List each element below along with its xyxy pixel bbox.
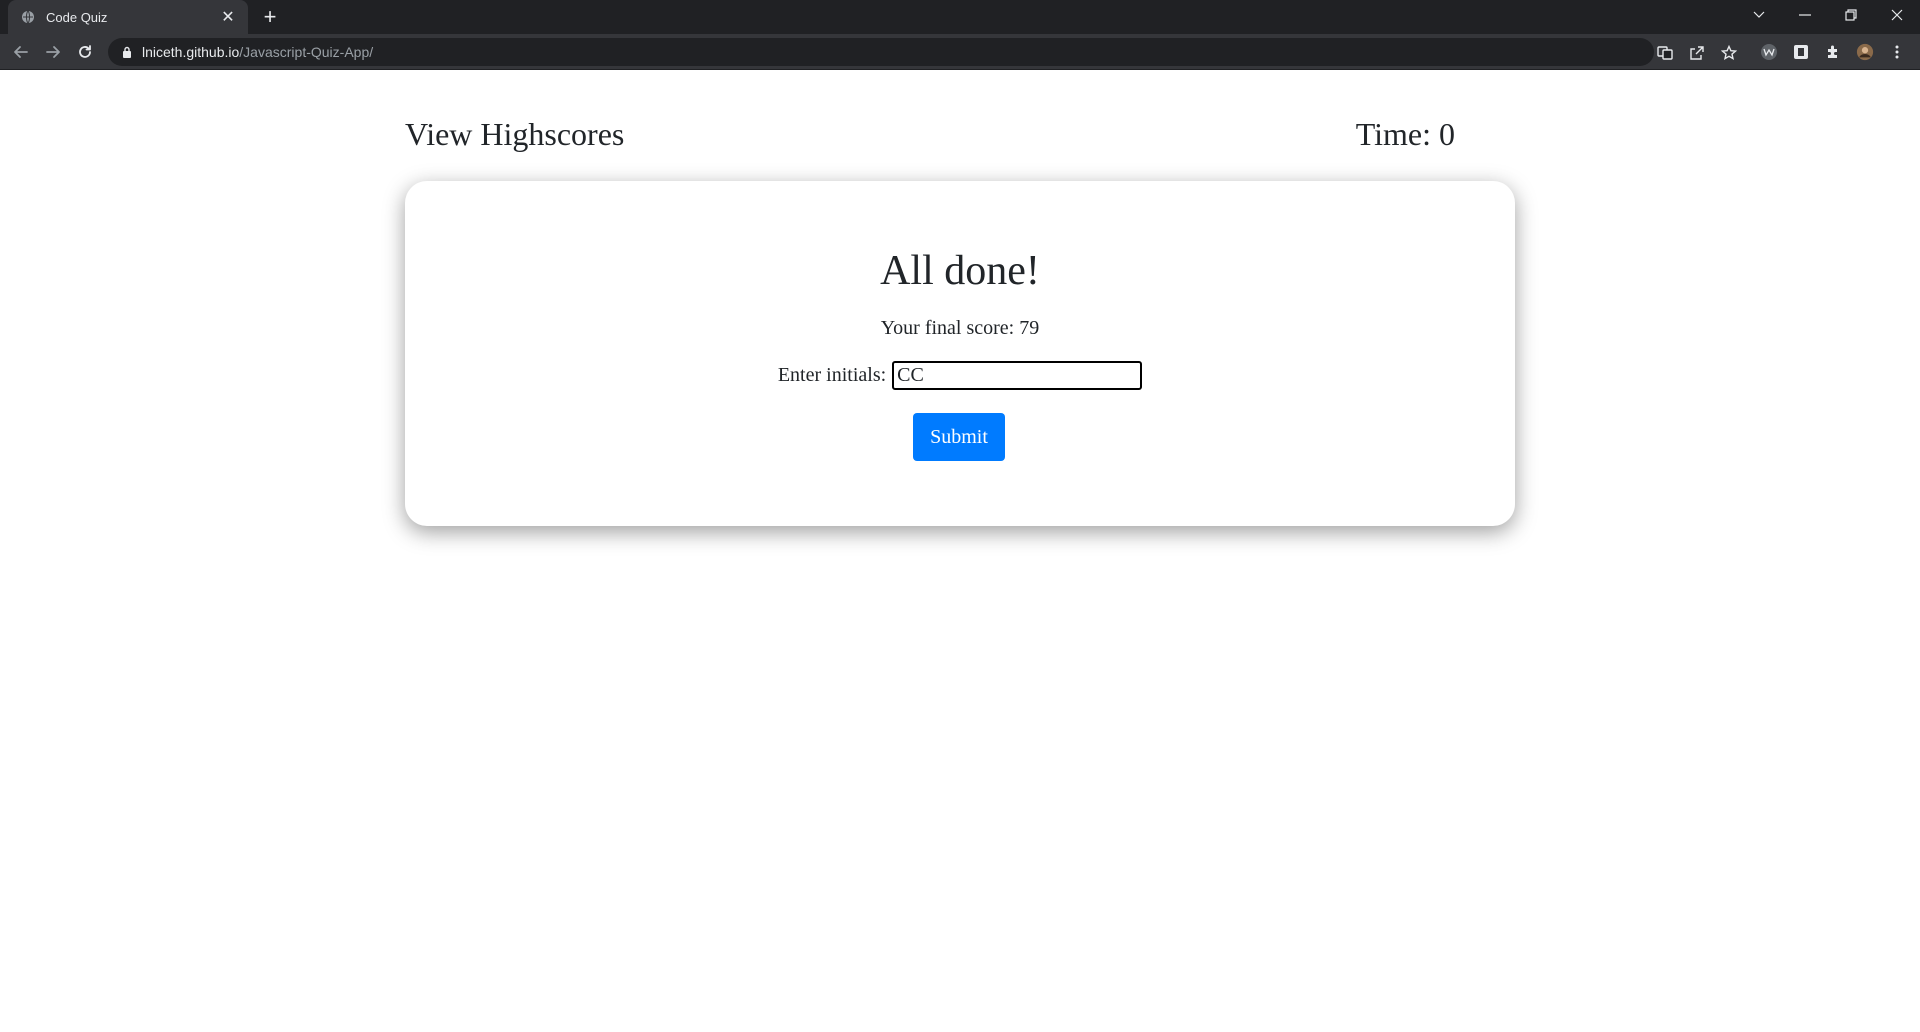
timer: Time: 0 [1356, 116, 1455, 153]
initials-label: Enter initials: [777, 364, 887, 386]
timer-value: 0 [1439, 116, 1455, 152]
restore-button[interactable] [1828, 0, 1874, 30]
final-score-value: 79 [1019, 317, 1040, 339]
new-tab-button[interactable]: + [258, 5, 282, 29]
reload-button[interactable] [72, 39, 98, 65]
profile-avatar[interactable] [1856, 43, 1874, 61]
browser-toolbar: lniceth.github.io/Javascript-Quiz-App/ [0, 34, 1920, 70]
address-bar[interactable]: lniceth.github.io/Javascript-Quiz-App/ [108, 38, 1737, 66]
tab-title: Code Quiz [46, 9, 108, 25]
timer-label: Time: [1355, 116, 1439, 152]
bookmark-star-icon[interactable] [1720, 44, 1738, 62]
forward-button[interactable] [40, 39, 66, 65]
browser-tabstrip: Code Quiz ✕ + [0, 0, 1920, 34]
final-score: Your final score: 79 [405, 317, 1515, 340]
initials-input[interactable] [892, 361, 1143, 390]
back-button[interactable] [8, 39, 34, 65]
quiz-page: View Highscores Time: 0 All done! Your f… [0, 71, 1920, 1032]
final-score-label: Your final score: [880, 317, 1020, 339]
minimize-button[interactable] [1782, 0, 1828, 30]
close-window-button[interactable] [1874, 0, 1920, 30]
view-highscores-link[interactable]: View Highscores [405, 116, 624, 153]
tab-close-icon[interactable]: ✕ [218, 7, 238, 27]
browser-tab[interactable]: Code Quiz ✕ [8, 0, 248, 34]
lock-icon[interactable] [120, 45, 134, 59]
results-title: All done! [880, 248, 1040, 294]
translate-icon[interactable] [1656, 44, 1674, 62]
url-path: /Javascript-Quiz-App/ [239, 44, 374, 60]
extension-w-icon[interactable] [1760, 43, 1778, 61]
initials-row: Enter initials: [405, 361, 1515, 390]
submit-button[interactable]: Submit [913, 413, 1005, 461]
tab-search-icon[interactable] [1736, 0, 1782, 30]
browser-menu-icon[interactable] [1888, 43, 1906, 61]
globe-icon [20, 9, 36, 25]
results-card: All done! Your final score: 79 Enter ini… [405, 181, 1515, 526]
extensions-puzzle-icon[interactable] [1824, 43, 1842, 61]
extension-b-icon[interactable] [1792, 43, 1810, 61]
share-icon[interactable] [1688, 44, 1706, 62]
url-host: lniceth.github.io [142, 44, 240, 60]
